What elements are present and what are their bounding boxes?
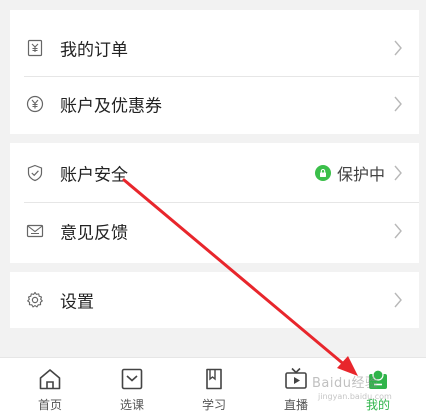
gear-icon [27, 291, 43, 308]
receipt-icon [27, 39, 43, 57]
shield-icon [27, 164, 43, 182]
tab-learning[interactable]: 学习 [178, 358, 250, 415]
menu-item-label: 账户安全 [60, 165, 128, 186]
menu-card-orders: 我的订单 账户及优惠券 [10, 10, 419, 134]
tab-courses[interactable]: 选课 [96, 358, 168, 415]
menu-item-label: 账户及优惠券 [60, 96, 162, 117]
watermark-url: jingyan.baidu.com [318, 392, 392, 401]
chevron-right-icon [394, 165, 402, 181]
menu-item-label: 我的订单 [60, 40, 128, 61]
tab-home[interactable]: 首页 [14, 358, 86, 415]
menu-item-orders[interactable]: 我的订单 [10, 20, 419, 76]
settings-page: 我的订单 账户及优惠券 账户安全 保护中 意见反馈 设置 首页 选课 学习 直播… [0, 0, 426, 415]
tab-label: 选课 [119, 398, 144, 412]
chevron-right-icon [394, 223, 402, 239]
menu-item-settings[interactable]: 设置 [10, 272, 419, 328]
chevron-right-icon [394, 96, 402, 112]
chevron-right-icon [394, 292, 402, 308]
home-icon [39, 369, 61, 390]
menu-card-security: 账户安全 保护中 意见反馈 [10, 143, 419, 263]
lock-icon [314, 165, 331, 181]
menu-item-coupons[interactable]: 账户及优惠券 [10, 76, 419, 132]
status-text: 保护中 [336, 165, 385, 184]
mail-icon [26, 224, 44, 238]
menu-item-label: 意见反馈 [60, 223, 128, 244]
tab-label: 直播 [283, 398, 308, 412]
menu-item-feedback[interactable]: 意见反馈 [10, 203, 419, 259]
tab-label: 学习 [201, 398, 226, 412]
tab-label: 首页 [37, 398, 62, 412]
watermark: Baidu经验 [312, 376, 379, 391]
yen-coin-icon [26, 95, 44, 113]
security-status: 保护中 [314, 161, 385, 185]
tv-icon [285, 367, 307, 389]
menu-card-settings: 设置 [10, 272, 419, 328]
chevron-right-icon [394, 40, 402, 56]
menu-item-label: 设置 [60, 292, 94, 313]
course-icon [121, 368, 143, 390]
menu-item-security[interactable]: 账户安全 保护中 [10, 145, 419, 201]
book-icon [206, 368, 222, 390]
